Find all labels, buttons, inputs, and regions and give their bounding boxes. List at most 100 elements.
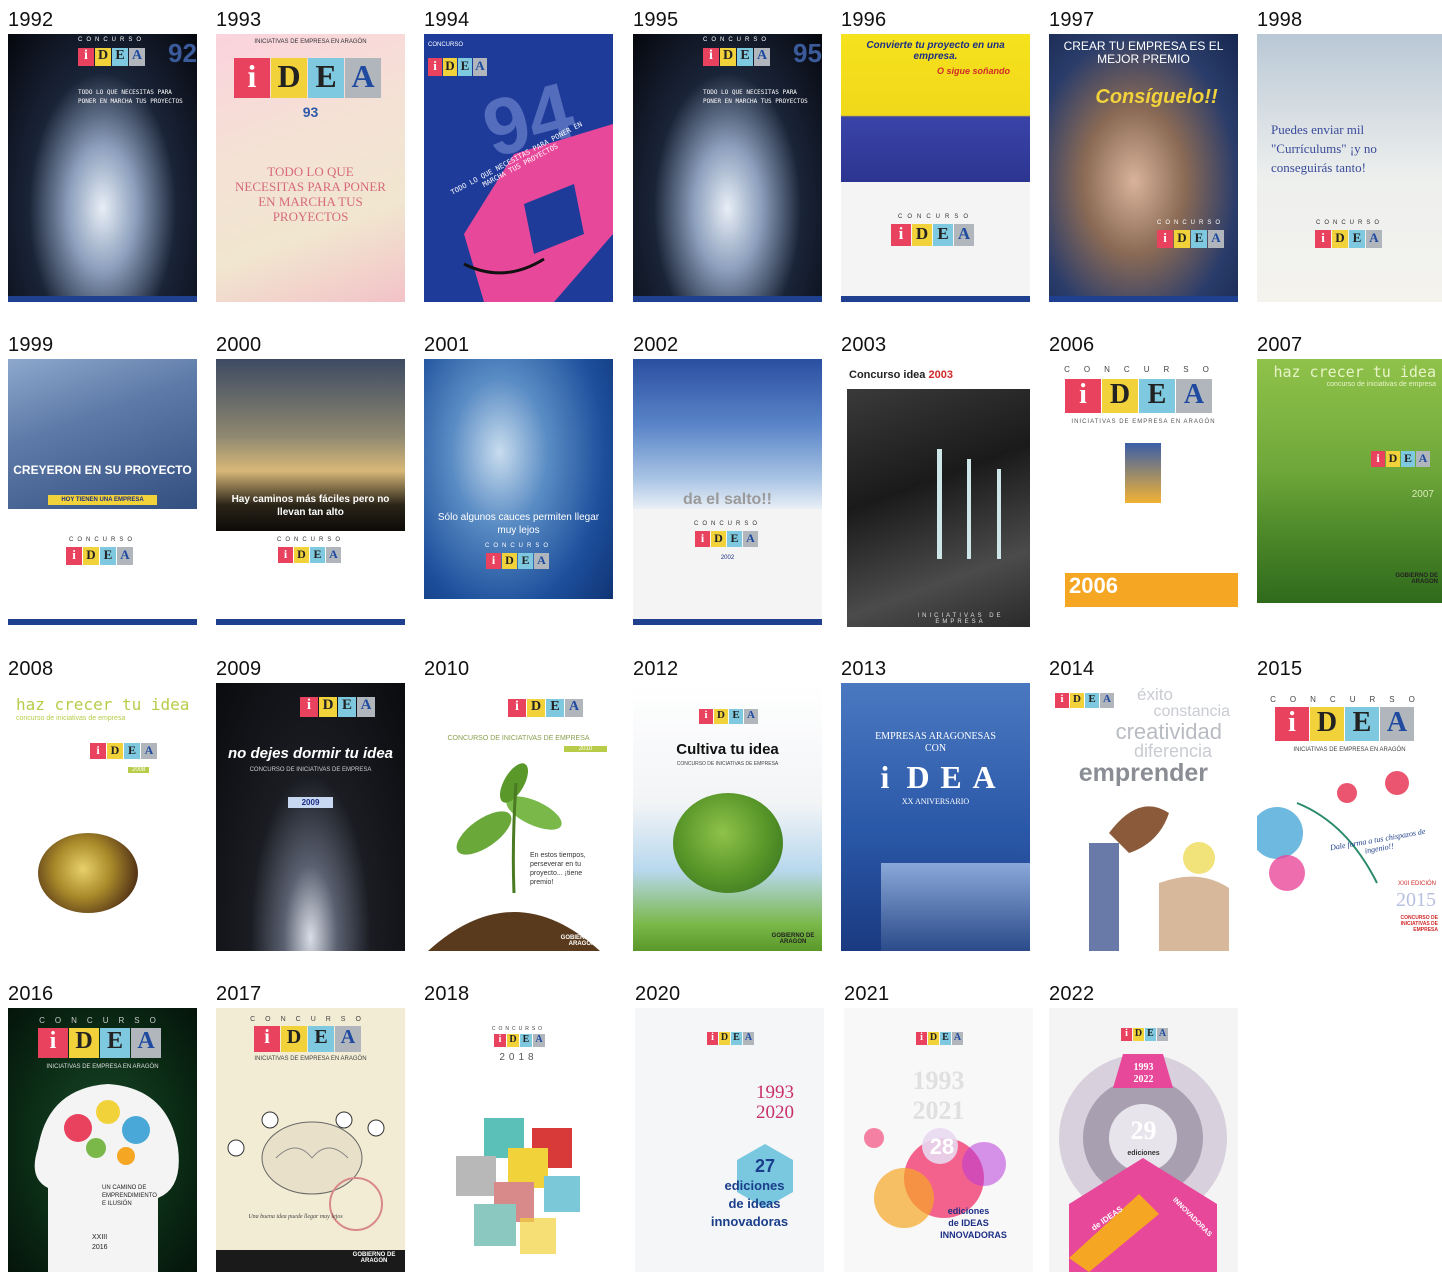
poster-item-2018[interactable]: 2018 CONCURSO i D E A 2018 (424, 982, 613, 1272)
poster-item-2010[interactable]: 2010 i D E A CONCURSO DE INICIATIVAS DE … (424, 657, 613, 951)
poster-item-1997[interactable]: 1997 CREAR TU EMPRESA ES EL MEJOR PREMIO… (1049, 8, 1238, 302)
poster-item-2002[interactable]: 2002 da el salto!! CONCURSO i D E A 2002 (633, 333, 822, 627)
poster-text: innovadoras (710, 1214, 789, 1229)
poster-text: ediciones (947, 1206, 990, 1216)
year-label: 1998 (1257, 9, 1303, 31)
idea-logo: i D E A (428, 58, 487, 76)
poster-text: 2009 (288, 797, 333, 808)
poster-image: i D E A éxito constancia creatividad dif… (1049, 683, 1238, 951)
poster-image: Concurso idea 2003 INICIATIVAS DE EMPRES… (841, 359, 1030, 627)
poster-item-2015[interactable]: 2015 CONCURSO i D E A INICIATIVAS DE EMP… (1257, 657, 1442, 951)
poster-item-2009[interactable]: 2009 i D E A no dejes dormir tu idea CON… (216, 657, 405, 951)
year-label: 2015 (1257, 658, 1303, 680)
poster-text: UN CAMINO DE EMPRENDIMIENTO E ILUSIÓN (102, 1185, 157, 1207)
poster-text: CONCURSO (693, 521, 761, 527)
poster-text: CREYERON EN SU PROYECTO (13, 463, 192, 477)
year-label: 2003 (841, 334, 887, 356)
poster-item-2013[interactable]: 2013 EMPRESAS ARAGONESAS CON i D E A XX … (841, 657, 1030, 951)
poster-text: CONCURSO (428, 42, 464, 48)
poster-text: haz crecer tu idea (1273, 363, 1436, 381)
poster-text: INICIATIVAS DE EMPRESA (917, 613, 1004, 625)
poster-item-2022[interactable]: 2022 i D E A 1993 2022 29 ediciones de I… (1049, 982, 1238, 1272)
poster-image: CONCURSO i D E A 2018 (424, 1008, 613, 1272)
poster-image: CONCURSO i D E A INICIATIVAS DE EMPRESA … (1257, 683, 1442, 951)
head-bulb-graphic (1089, 806, 1229, 951)
idea-logo: i D E A (699, 709, 758, 724)
year-label: 2020 (635, 983, 681, 1005)
tree-image (673, 793, 783, 893)
poster-text: Consíguelo!! (1095, 86, 1218, 108)
poster-image: INICIATIVAS DE EMPRESA EN ARAGÓN i D E A… (216, 34, 405, 302)
poster-text: da el salto!! (683, 491, 772, 508)
poster-footer (633, 619, 822, 625)
year-label: 2022 (1049, 983, 1095, 1005)
cubes-graphic (456, 1118, 580, 1254)
poster-item-1992[interactable]: 1992 CONCURSO i D E A 92 TODO LO QUE NEC… (8, 8, 197, 302)
poster-item-2020[interactable]: 2020 i D E A 1993 2020 27 ediciones de i… (635, 982, 824, 1272)
head-gears-graphic (34, 1084, 179, 1272)
poster-image: i D E A 1993 2020 27 ediciones de ideas … (635, 1008, 824, 1272)
poster-image: Sólo algunos cauces permiten llegar muy … (424, 359, 613, 625)
poster-image: Convierte tu proyecto en una empresa. O … (841, 34, 1030, 302)
poster-item-1994[interactable]: 1994 CONCURSO i D E A 94 TODO LO QUE NEC… (424, 8, 613, 302)
poster-text: CREAR TU EMPRESA ES EL MEJOR PREMIO (1063, 39, 1224, 66)
poster-text: 2002 (720, 555, 735, 561)
poster-footer (8, 619, 197, 625)
poster-text: EMPRESAS ARAGONESAS CON (875, 731, 996, 754)
poster-image: CONCURSO i D E A 94 TODO LO QUE NECESITA… (424, 34, 613, 302)
poster-text: XX ANIVERSARIO (901, 797, 970, 806)
poster-item-2008[interactable]: 2008 haz crecer tu idea concurso de inic… (8, 657, 197, 951)
poster-text: CONCURSO (1157, 220, 1225, 226)
poster-item-1999[interactable]: 1999 CREYERON EN SU PROYECTO HOY TIENEN … (8, 333, 197, 627)
poster-text: no dejes dormir tu idea (227, 745, 394, 762)
poster-footer (216, 619, 405, 625)
poster-footer (633, 296, 822, 302)
poster-item-2012[interactable]: 2012 i D E A Cultiva tu idea CONCURSO DE… (633, 657, 822, 951)
idea-logo: i D E A (1371, 451, 1430, 467)
poster-text: 29 (1130, 1116, 1157, 1145)
poster-text: INICIATIVAS DE EMPRESA EN ARAGÓN (254, 39, 367, 45)
poster-item-1996[interactable]: 1996 Convierte tu proyecto en una empres… (841, 8, 1030, 302)
year-label: 2017 (216, 983, 262, 1005)
poster-text: 2006 (1069, 573, 1118, 598)
poster-image: i D E A 1993 2022 29 ediciones de IDEAS … (1049, 1008, 1238, 1272)
poster-item-2021[interactable]: 2021 i D E A 1993 2021 28 ediciones de I… (844, 982, 1033, 1272)
poster-item-2017[interactable]: 2017 CONCURSO i D E A INICIATIVAS DE EMP… (216, 982, 405, 1272)
poster-item-2014[interactable]: 2014 i D E A éxito constancia creativida… (1049, 657, 1238, 951)
year-label: 2009 (216, 658, 262, 680)
year-label: 2002 (633, 334, 679, 356)
poster-text: Una buena idea puede llegar muy lejos (248, 1214, 343, 1220)
emblem-icon (1125, 443, 1161, 503)
poster-text: XXII EDICIÓN (1397, 881, 1436, 887)
poster-item-1993[interactable]: 1993 INICIATIVAS DE EMPRESA EN ARAGÓN i … (216, 8, 405, 302)
poster-item-2000[interactable]: 2000 Hay caminos más fáciles pero no lle… (216, 333, 405, 627)
poster-item-2003[interactable]: 2003 Concurso idea 2003 INICIATIVAS DE E… (841, 333, 1030, 627)
idea-logo: i D E A (234, 58, 381, 98)
poster-text: XXIII (92, 1234, 108, 1241)
idea-logo: i D E A (695, 531, 758, 547)
poster-item-1995[interactable]: 1995 CONCURSO i D E A 95 TODO LO QUE NEC… (633, 8, 822, 302)
poster-text: CONCURSO DE INICIATIVAS DE EMPRESA (1400, 915, 1438, 933)
poster-text: CONCURSO (68, 537, 136, 543)
poster-item-1998[interactable]: 1998 Puedes enviar mil "Currículums" ¡y … (1257, 8, 1442, 302)
poster-text: CONCURSO (276, 537, 344, 543)
year-label: 2010 (424, 658, 470, 680)
poster-image: i D E A no dejes dormir tu idea CONCURSO… (216, 683, 405, 951)
poster-item-2007[interactable]: 2007 haz crecer tu idea concurso de inic… (1257, 333, 1442, 627)
year-label: 1995 (633, 9, 679, 31)
poster-image: haz crecer tu idea concurso de iniciativ… (8, 683, 197, 951)
poster-text: CONCURSO (78, 37, 146, 43)
poster-photo (633, 359, 822, 509)
idea-logo: i D E A (66, 547, 133, 565)
poster-image: CREYERON EN SU PROYECTO HOY TIENEN UNA E… (8, 359, 197, 625)
poster-item-2016[interactable]: 2016 CONCURSO i D E A INICIATIVAS DE EMP… (8, 982, 197, 1272)
poster-item-2006[interactable]: 2006 CONCURSO i D E A INICIATIVAS DE EMP… (1049, 333, 1238, 627)
year-label: 2018 (424, 983, 470, 1005)
poster-text: 27 (754, 1156, 776, 1176)
building-image (881, 863, 1030, 951)
idea-logo: i D E A (278, 547, 341, 563)
poster-item-2001[interactable]: 2001 Sólo algunos cauces permiten llegar… (424, 333, 613, 627)
year-label: 2021 (844, 983, 890, 1005)
poster-text: HOY TIENEN UNA EMPRESA (48, 495, 157, 505)
poster-text: 28 (929, 1134, 955, 1159)
